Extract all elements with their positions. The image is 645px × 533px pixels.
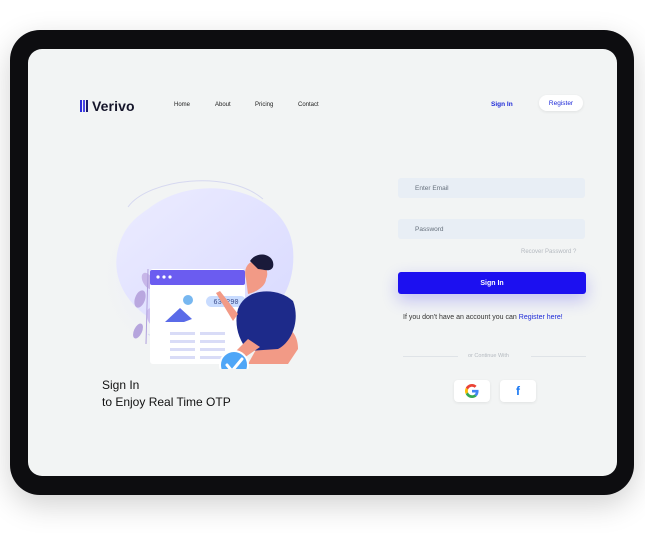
divider-right (531, 356, 586, 357)
signin-button-label: Sign In (480, 279, 504, 287)
email-field[interactable]: Enter Email (398, 178, 585, 198)
facebook-icon: f (516, 384, 520, 398)
signin-button[interactable]: Sign In (398, 272, 586, 294)
brand-name: Verivo (92, 98, 135, 114)
nav-pricing[interactable]: Pricing (255, 102, 273, 108)
nav-home[interactable]: Home (174, 102, 190, 108)
nav-about[interactable]: About (215, 102, 231, 108)
hero-tagline: Sign In to Enjoy Real Time OTP (102, 377, 231, 411)
password-field[interactable]: Password (398, 219, 585, 239)
register-prompt-text: If you don't have an account you can (403, 314, 517, 321)
hero-line-1: Sign In (102, 378, 140, 392)
recover-password-link[interactable]: Recover Password ? (521, 249, 576, 255)
check-icon (219, 350, 249, 369)
divider-left (403, 356, 458, 357)
nav-signin-link[interactable]: Sign In (491, 101, 513, 108)
nav-contact[interactable]: Contact (298, 102, 319, 108)
hero-line-2: to Enjoy Real Time OTP (102, 395, 231, 409)
password-placeholder: Password (415, 225, 444, 233)
facebook-login-button[interactable]: f (500, 380, 536, 402)
register-button-label: Register (548, 99, 574, 107)
otp-illustration: 638290 (88, 180, 308, 369)
logo-mark-icon (80, 100, 88, 112)
register-here-link[interactable]: Register here! (519, 314, 563, 321)
google-icon (465, 384, 479, 398)
brand-logo[interactable]: Verivo (80, 98, 135, 114)
register-prompt: If you don't have an account you can Reg… (403, 314, 563, 321)
google-login-button[interactable] (454, 380, 490, 402)
continue-with-label: or Continue With (468, 353, 509, 359)
screen: Verivo Home About Pricing Contact Sign I… (28, 49, 617, 476)
register-button[interactable]: Register (539, 95, 583, 111)
email-placeholder: Enter Email (415, 184, 449, 192)
